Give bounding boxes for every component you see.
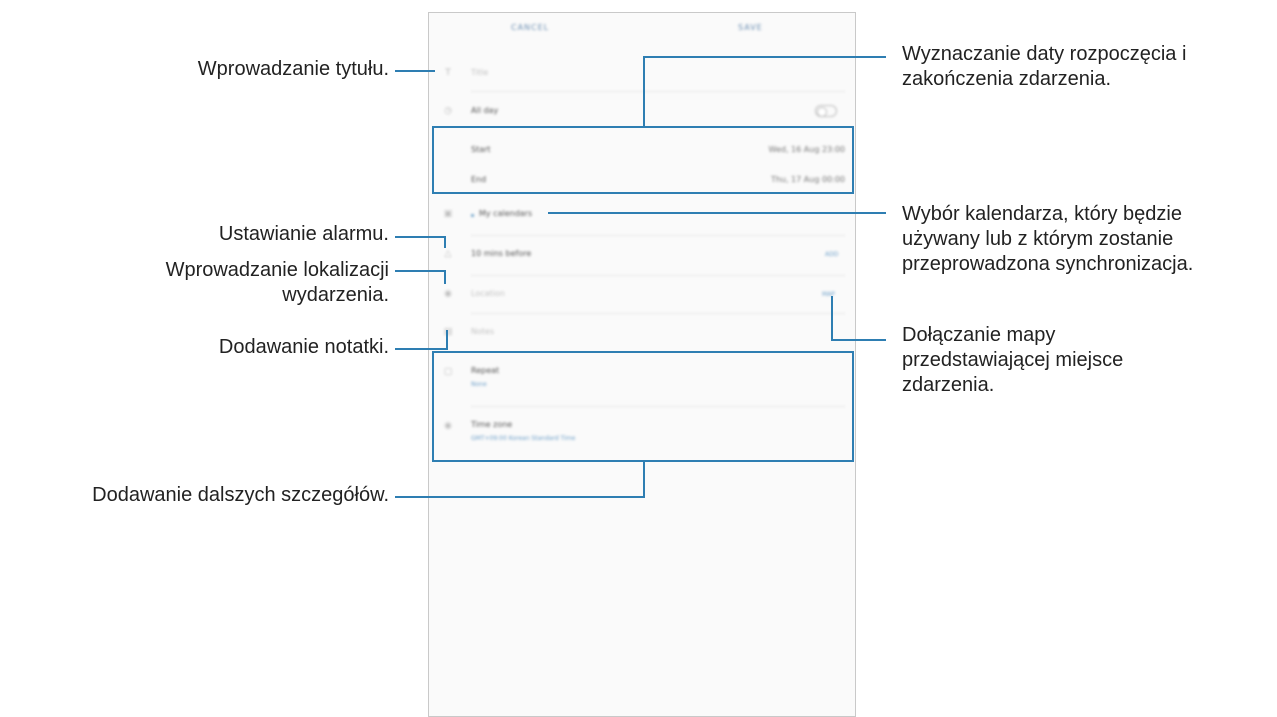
clock-icon: ◷ bbox=[444, 106, 452, 116]
date-range-highlight bbox=[432, 126, 854, 194]
notes-leader-line bbox=[395, 348, 448, 350]
location-input[interactable]: Location bbox=[471, 289, 505, 298]
map-leader-line-v bbox=[831, 296, 833, 341]
bell-icon: △ bbox=[444, 249, 452, 259]
title-leader-line bbox=[395, 70, 435, 72]
notes-leader-tick bbox=[446, 330, 448, 350]
cancel-button[interactable]: CANCEL bbox=[511, 23, 549, 32]
add-alarm-button[interactable]: ADD bbox=[825, 251, 838, 258]
dates-leader-line-v bbox=[643, 56, 645, 128]
calendar-leader-line bbox=[548, 212, 886, 214]
callout-location-line1: Wprowadzanie lokalizacji bbox=[165, 259, 389, 281]
callout-dates-line2: zakończenia zdarzenia. bbox=[902, 68, 1112, 90]
calendar-icon: ▣ bbox=[443, 209, 453, 219]
callout-map-line2: przedstawiającej miejsce bbox=[902, 349, 1124, 371]
callout-map-line3: zdarzenia. bbox=[902, 374, 995, 396]
details-highlight bbox=[432, 351, 854, 462]
alarm-value[interactable]: 10 mins before bbox=[471, 249, 531, 258]
alarm-leader-line bbox=[395, 236, 446, 238]
callout-location-line2: wydarzenia. bbox=[282, 284, 389, 306]
callout-dates-line1: Wyznaczanie daty rozpoczęcia i bbox=[902, 43, 1187, 65]
divider bbox=[471, 91, 845, 92]
callout-location: Wprowadzanie lokalizacji wydarzenia. bbox=[166, 258, 389, 308]
divider bbox=[471, 235, 845, 236]
dates-leader-line-h bbox=[643, 56, 886, 58]
callout-calendar-line3: przeprowadzona synchronizacja. bbox=[902, 253, 1194, 275]
alarm-leader-tick bbox=[444, 236, 446, 248]
top-action-bar: CANCEL SAVE bbox=[429, 13, 855, 45]
map-leader-line-h bbox=[831, 339, 886, 341]
notes-input[interactable]: Notes bbox=[471, 327, 494, 336]
all-day-label: All day bbox=[471, 106, 499, 115]
details-leader-line-h bbox=[395, 496, 645, 498]
callout-details: Dodawanie dalszych szczegółów. bbox=[92, 484, 389, 506]
divider bbox=[471, 313, 845, 314]
callout-title: Wprowadzanie tytułu. bbox=[197, 58, 389, 80]
location-leader-tick bbox=[444, 270, 446, 284]
all-day-toggle[interactable] bbox=[815, 105, 837, 117]
notes-icon: ▤ bbox=[443, 327, 453, 337]
callout-map: Dołączanie mapy przedstawiającej miejsce… bbox=[902, 323, 1123, 398]
calendar-selector[interactable]: My calendars bbox=[479, 209, 532, 218]
callout-calendar: Wybór kalendarza, który będzie używany l… bbox=[902, 202, 1193, 277]
callout-map-line1: Dołączanie mapy bbox=[902, 324, 1056, 346]
title-icon: T bbox=[445, 68, 451, 78]
calendar-color-dot bbox=[471, 214, 474, 217]
details-leader-line-v bbox=[643, 460, 645, 498]
callout-calendar-line2: używany lub z którym zostanie bbox=[902, 228, 1174, 250]
title-input[interactable]: Title bbox=[471, 68, 488, 77]
location-pin-icon: ◉ bbox=[444, 289, 452, 299]
divider bbox=[471, 275, 845, 276]
callout-dates: Wyznaczanie daty rozpoczęcia i zakończen… bbox=[902, 42, 1186, 92]
save-button[interactable]: SAVE bbox=[738, 23, 763, 32]
callout-alarm: Ustawianie alarmu. bbox=[218, 223, 389, 245]
callout-notes: Dodawanie notatki. bbox=[218, 336, 389, 358]
callout-calendar-line1: Wybór kalendarza, który będzie bbox=[902, 203, 1182, 225]
location-leader-line bbox=[395, 270, 446, 272]
